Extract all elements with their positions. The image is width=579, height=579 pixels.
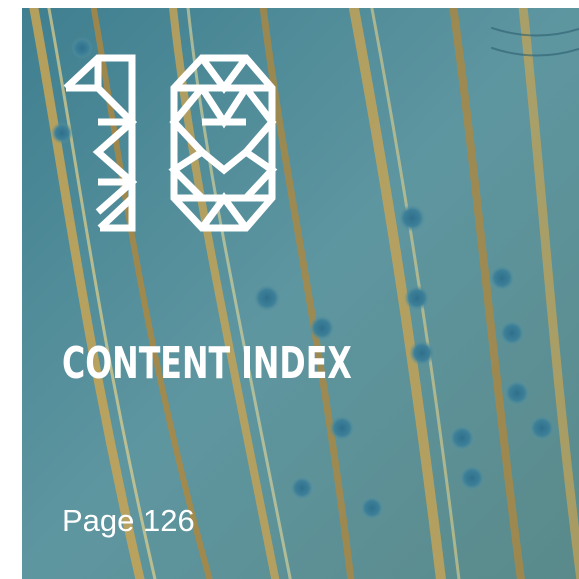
content-index-tile[interactable]: CONTENT INDEX Page 126 (22, 8, 579, 579)
content-index-title: CONTENT INDEX (62, 338, 352, 389)
page-number-label: Page 126 (62, 503, 195, 538)
number-10-logo-icon (63, 54, 278, 232)
